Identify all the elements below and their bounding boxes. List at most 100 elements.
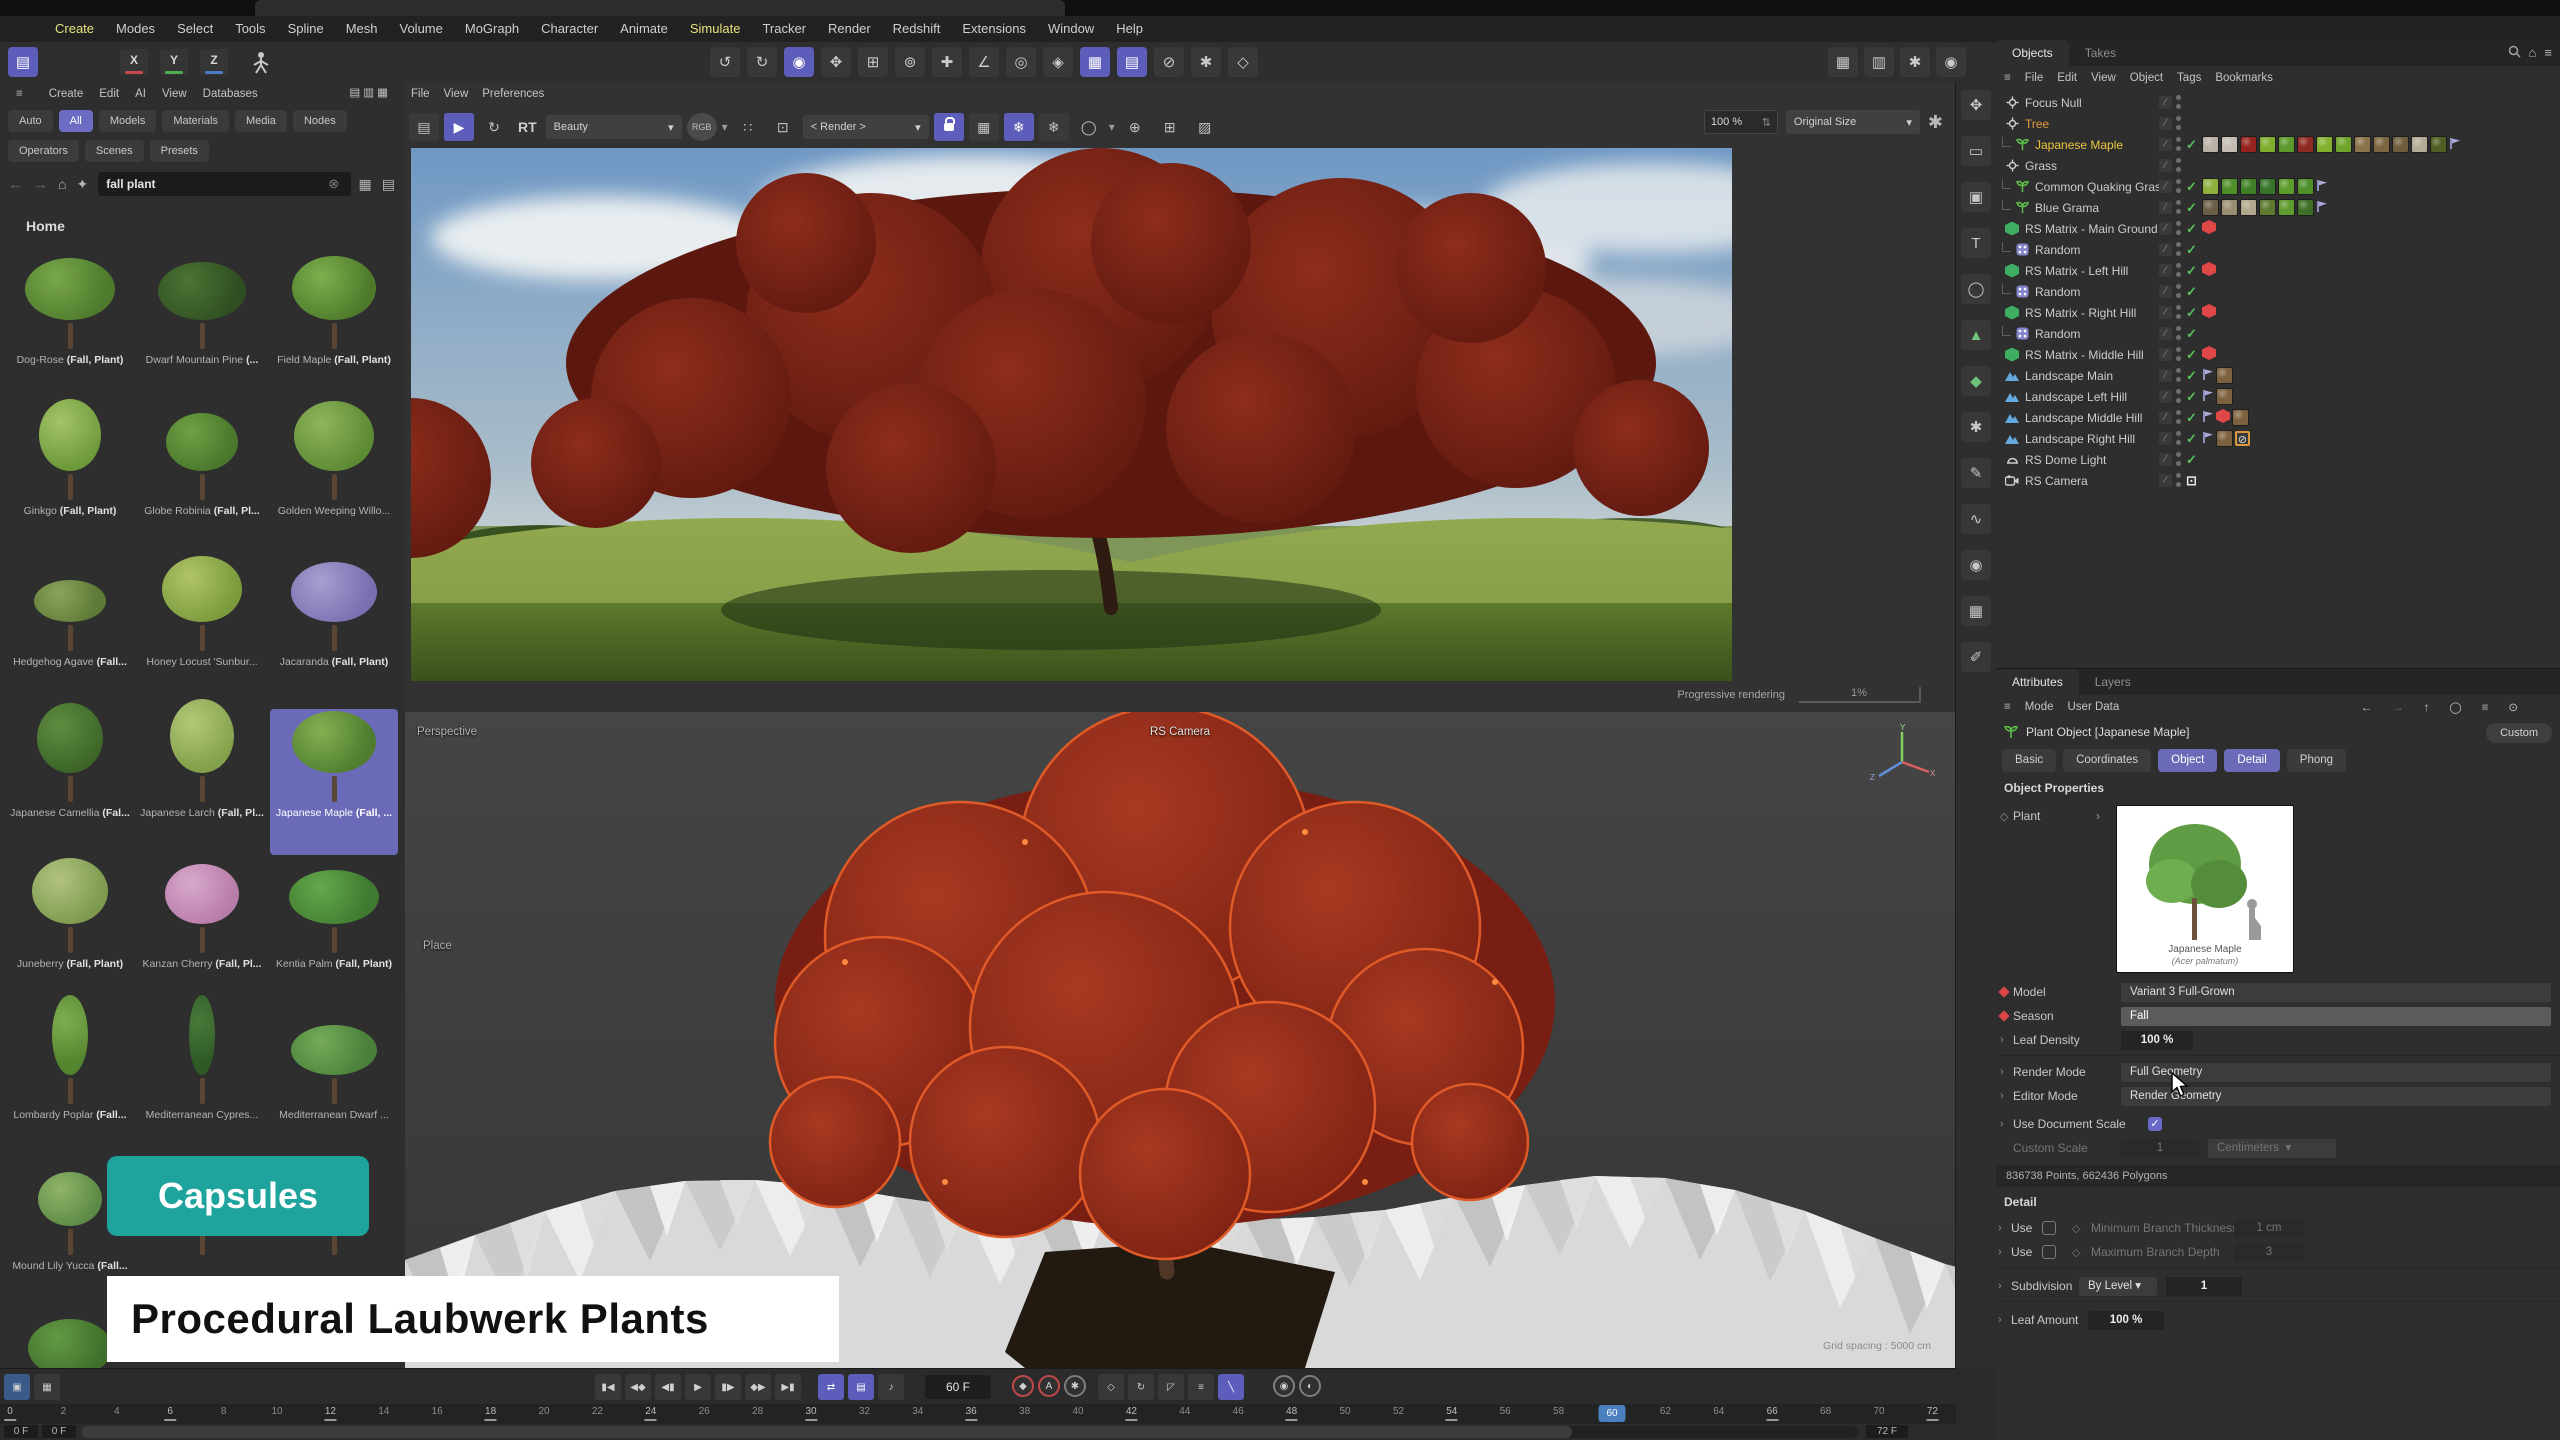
menu-help[interactable]: Help (1105, 16, 1154, 42)
menu-animate[interactable]: Animate (609, 16, 679, 42)
menu-redshift[interactable]: Redshift (882, 16, 952, 42)
landscape-icon[interactable] (2004, 433, 2020, 445)
object-row[interactable]: Landscape Left Hill ⁄ ✓ (1996, 386, 2560, 407)
channel-dropdown-icon[interactable]: ▾ (722, 120, 728, 134)
enabled-check-icon[interactable]: ✓ (2186, 284, 2197, 300)
enabled-check-icon[interactable]: ✓ (2186, 431, 2197, 447)
loop-toggle[interactable]: ⇄ (818, 1374, 844, 1400)
timeline-scrollbar-handle[interactable] (82, 1426, 1572, 1438)
visibility-dots[interactable] (2176, 284, 2181, 302)
material-tag[interactable] (2373, 136, 2390, 153)
zoom-size-select[interactable]: Original Size▾ (1786, 110, 1920, 134)
material-tag[interactable] (2259, 136, 2276, 153)
edit-toggle[interactable]: ⁄ (2159, 474, 2172, 487)
om-menu-view[interactable]: View (2091, 72, 2116, 84)
leaf-density-field[interactable]: 100 % (2121, 1031, 2193, 1050)
spline-tool-icon[interactable]: ∿ (1961, 504, 1991, 534)
visibility-dots[interactable] (2176, 326, 2181, 344)
matrix-icon[interactable] (2004, 264, 2020, 278)
restart-render-icon[interactable]: ↻ (479, 113, 509, 141)
object-row[interactable]: Landscape Right Hill ⁄ ✓ ⊘ (1996, 428, 2560, 449)
key-pla-toggle[interactable]: ╲ (1218, 1374, 1244, 1400)
asset-item[interactable]: Juneberry (Fall, Plant) (6, 860, 134, 1006)
random-icon[interactable] (2014, 285, 2030, 298)
list-view-icon[interactable]: ▤ (382, 176, 395, 193)
hamburger-icon[interactable]: ≡ (8, 88, 31, 100)
om-tab-objects[interactable]: Objects (1996, 40, 2069, 66)
material-tag[interactable] (2216, 388, 2233, 405)
scale-tool-icon[interactable]: ⊞ (858, 47, 888, 77)
filter-chip-presets[interactable]: Presets (150, 140, 209, 162)
crop-region-icon[interactable]: ⊡ (768, 113, 798, 141)
enabled-check-icon[interactable]: ✓ (2186, 347, 2197, 363)
timeline-layout-icon[interactable]: ▣ (4, 1374, 30, 1400)
quantize-icon[interactable]: ▦ (1080, 47, 1110, 77)
edit-toggle[interactable]: ⁄ (2159, 348, 2172, 361)
visibility-dots[interactable] (2176, 200, 2181, 218)
move-tool-icon[interactable]: ✥ (821, 47, 851, 77)
asset-item[interactable]: Ginkgo (Fall, Plant) (6, 407, 134, 553)
workplane-icon[interactable]: ▤ (1117, 47, 1147, 77)
visibility-dots[interactable] (2176, 389, 2181, 407)
object-name[interactable]: RS Matrix - Left Hill (2025, 264, 2128, 278)
disabled-tag[interactable]: ⊘ (2235, 431, 2250, 446)
material-tag[interactable] (2232, 409, 2249, 426)
object-row[interactable]: RS Matrix - Right Hill ⁄ ✓ (1996, 302, 2560, 323)
null-icon[interactable] (2004, 96, 2020, 109)
solo-object-button[interactable]: ◐ (1299, 1375, 1321, 1397)
home-icon[interactable]: ⌂ (2529, 45, 2537, 60)
visibility-dots[interactable] (2176, 95, 2181, 113)
om-menu-tags[interactable]: Tags (2177, 72, 2201, 84)
enabled-check-icon[interactable]: ✓ (2186, 305, 2197, 321)
object-name[interactable]: RS Camera (2025, 474, 2088, 488)
material-tag[interactable] (2216, 367, 2233, 384)
camera-name-label[interactable]: RS Camera (1150, 726, 1210, 738)
settings-tool-icon[interactable]: ✱ (1961, 412, 1991, 442)
light-icon[interactable] (2004, 453, 2020, 466)
filter-chip-models[interactable]: Models (99, 110, 156, 132)
filter-chip-auto[interactable]: Auto (8, 110, 53, 132)
use-min-branch-checkbox[interactable] (2042, 1221, 2056, 1235)
phong-tag[interactable] (2202, 368, 2214, 384)
material-tag[interactable] (2221, 199, 2238, 216)
material-tag[interactable] (2202, 199, 2219, 216)
pixel-grid-icon[interactable]: ∷ (733, 113, 763, 141)
visibility-dots[interactable] (2176, 368, 2181, 386)
phong-tag[interactable] (2316, 200, 2328, 216)
rt-label[interactable]: RT (514, 119, 541, 135)
filter-chip-all[interactable]: All (59, 110, 93, 132)
region-target-icon[interactable]: ⊞ (1155, 113, 1185, 141)
object-row[interactable]: RS Matrix - Middle Hill ⁄ ✓ (1996, 344, 2560, 365)
menu-mode[interactable]: Mode (2025, 701, 2054, 713)
keyframe-dot[interactable] (1998, 1010, 2009, 1021)
menu-spline[interactable]: Spline (277, 16, 335, 42)
object-name[interactable]: Random (2035, 285, 2080, 299)
object-row[interactable]: Tree ⁄ (1996, 113, 2560, 134)
object-name[interactable]: Landscape Left Hill (2025, 390, 2127, 404)
camera-target-icon[interactable]: ⊡ (2186, 473, 2197, 489)
enabled-check-icon[interactable]: ✓ (2186, 326, 2197, 342)
visibility-dots[interactable] (2176, 221, 2181, 239)
filter-icon[interactable]: ≡ (2482, 702, 2495, 714)
draw-tool-icon[interactable]: ✐ (1961, 642, 1991, 672)
material-tag[interactable] (2278, 199, 2295, 216)
object-name[interactable]: Japanese Maple (2035, 138, 2123, 152)
edit-toggle[interactable]: ⁄ (2159, 390, 2172, 403)
asset-item[interactable]: Kanzan Cherry (Fall, Pl... (138, 860, 266, 1006)
forward-arrow-icon[interactable]: → (33, 176, 48, 193)
phong-tag[interactable] (2202, 431, 2214, 447)
ab-menu-ai[interactable]: AI (127, 88, 154, 100)
keyframe-dot[interactable] (1998, 986, 2009, 997)
favorite-star-icon[interactable]: ✦ (76, 176, 88, 193)
tab-layers[interactable]: Layers (2079, 669, 2147, 695)
ab-menu-view[interactable]: View (154, 88, 195, 100)
edit-toggle[interactable]: ⁄ (2159, 285, 2172, 298)
object-row[interactable]: RS Camera ⁄ ⊡ (1996, 470, 2560, 491)
undo-icon[interactable]: ↺ (710, 47, 740, 77)
menu-create[interactable]: Create (44, 16, 105, 42)
material-tag[interactable] (2259, 199, 2276, 216)
search-icon[interactable]: ◯ (2449, 702, 2467, 714)
edit-toggle[interactable]: ⁄ (2159, 159, 2172, 172)
phong-tag[interactable] (2202, 389, 2214, 405)
visibility-dots[interactable] (2176, 179, 2181, 197)
